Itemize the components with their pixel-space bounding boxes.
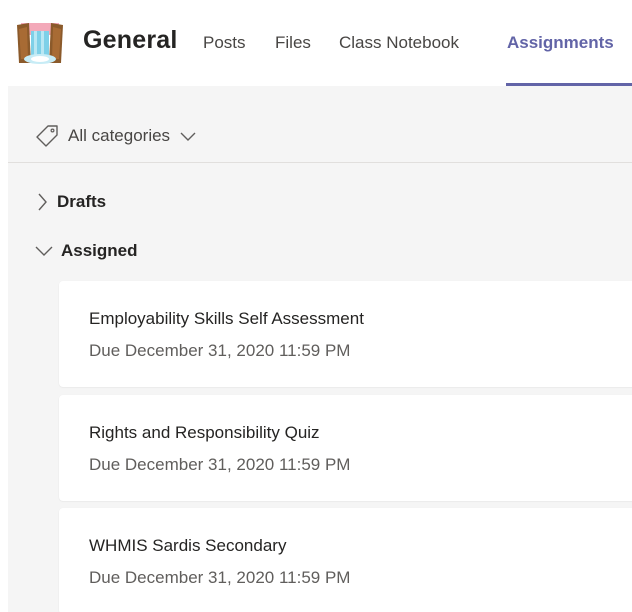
panel-left-edge	[0, 86, 8, 612]
tab-class-notebook[interactable]: Class Notebook	[339, 33, 459, 53]
section-assigned-label: Assigned	[61, 241, 138, 260]
chevron-down-icon	[34, 240, 54, 262]
assignment-card[interactable]: Rights and Responsibility Quiz Due Decem…	[59, 395, 632, 501]
teams-assignments-window: General Posts Files Class Notebook Assig…	[0, 0, 632, 612]
section-drafts-toggle[interactable]: Drafts	[34, 189, 106, 215]
tab-posts[interactable]: Posts	[203, 33, 246, 53]
section-assigned-toggle[interactable]: Assigned	[34, 238, 138, 264]
tab-assignments[interactable]: Assignments	[507, 33, 614, 53]
assignment-card[interactable]: Employability Skills Self Assessment Due…	[59, 281, 632, 387]
assignment-due-date: Due December 31, 2020 11:59 PM	[89, 341, 351, 360]
section-drafts-label: Drafts	[57, 192, 107, 211]
team-name: General	[83, 26, 178, 54]
assignment-card[interactable]: WHMIS Sardis Secondary Due December 31, …	[59, 508, 632, 612]
assignment-title: WHMIS Sardis Secondary	[89, 536, 287, 555]
category-filter[interactable]: All categories	[34, 122, 198, 150]
team-avatar[interactable]	[15, 19, 65, 67]
assignment-title: Rights and Responsibility Quiz	[89, 423, 320, 442]
assignment-due-date: Due December 31, 2020 11:59 PM	[89, 568, 351, 587]
tab-files[interactable]: Files	[275, 33, 311, 53]
filter-divider	[8, 162, 632, 163]
chevron-down-icon	[178, 129, 198, 143]
chevron-right-icon	[34, 191, 50, 213]
assignment-due-date: Due December 31, 2020 11:59 PM	[89, 455, 351, 474]
channel-header: General Posts Files Class Notebook Assig…	[0, 0, 632, 86]
assignment-title: Employability Skills Self Assessment	[89, 309, 364, 328]
tag-icon	[34, 124, 60, 148]
category-filter-label: All categories	[68, 126, 171, 145]
